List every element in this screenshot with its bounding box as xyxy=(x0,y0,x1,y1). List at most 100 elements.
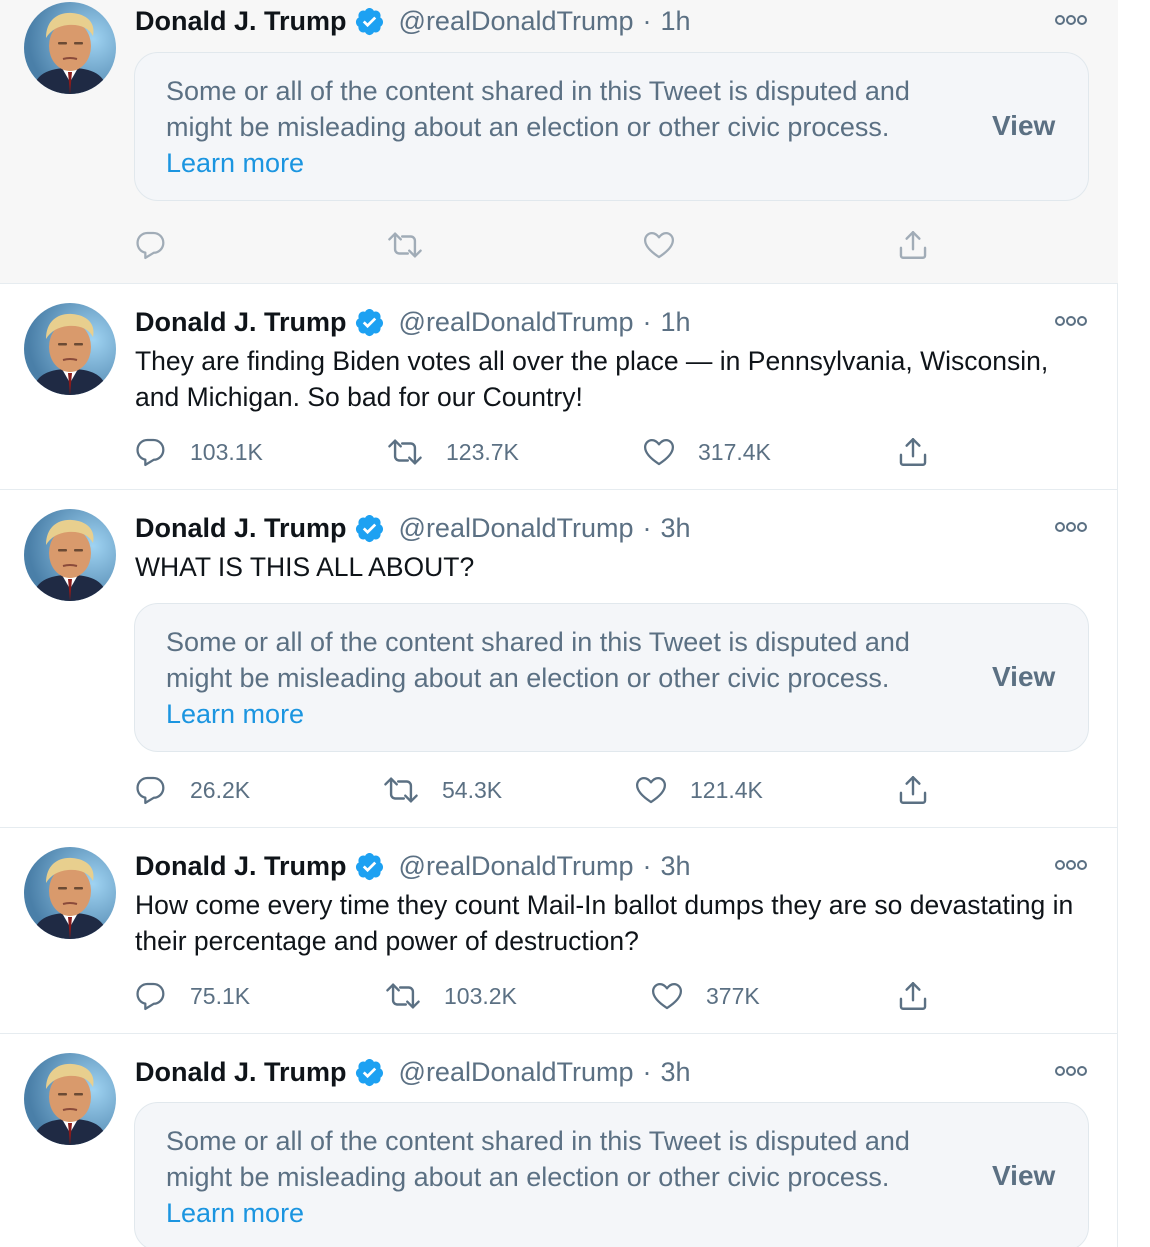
separator-dot: · xyxy=(642,5,652,36)
author-name[interactable]: Donald J. Trump xyxy=(135,1057,347,1088)
tweet-header: Donald J. Trump @realDonaldTrump · 1h xyxy=(135,304,691,340)
author-handle[interactable]: @realDonaldTrump xyxy=(399,851,634,882)
like-button[interactable]: 121.4K xyxy=(634,770,763,810)
verified-badge-icon xyxy=(354,1057,385,1088)
tweet-text: How come every time they count Mail-In b… xyxy=(135,890,1074,956)
retweet-count: 103.2K xyxy=(444,982,517,1009)
more-options-icon[interactable] xyxy=(1055,13,1087,27)
like-icon xyxy=(642,228,676,262)
more-options-icon[interactable] xyxy=(1055,1064,1087,1078)
tweet-header: Donald J. Trump @realDonaldTrump · 3h xyxy=(135,510,691,546)
like-button[interactable]: 377K xyxy=(650,976,760,1016)
share-icon xyxy=(896,979,930,1013)
disputed-notice: Some or all of the content shared in thi… xyxy=(134,1102,1089,1247)
tweet-header: Donald J. Trump @realDonaldTrump · 1h xyxy=(135,3,691,39)
retweet-icon xyxy=(386,228,424,262)
tweet[interactable]: Donald J. Trump @realDonaldTrump · 3h Ho… xyxy=(0,828,1118,1034)
retweet-button[interactable] xyxy=(386,225,424,265)
more-options-icon[interactable] xyxy=(1055,314,1087,328)
separator-dot: · xyxy=(642,1056,652,1087)
avatar[interactable] xyxy=(24,303,116,395)
reply-count: 26.2K xyxy=(190,776,251,803)
tweet-header: Donald J. Trump @realDonaldTrump · 3h xyxy=(135,848,691,884)
retweet-icon xyxy=(384,979,422,1013)
tweet-text: They are finding Biden votes all over th… xyxy=(135,346,1049,412)
more-options-icon[interactable] xyxy=(1055,520,1087,534)
author-name[interactable]: Donald J. Trump xyxy=(135,851,347,882)
author-handle[interactable]: @realDonaldTrump xyxy=(399,513,634,544)
reply-button[interactable] xyxy=(134,225,168,265)
share-button[interactable] xyxy=(896,770,930,810)
author-handle[interactable]: @realDonaldTrump xyxy=(399,1057,634,1088)
share-button[interactable] xyxy=(896,225,930,265)
verified-badge-icon xyxy=(354,6,385,37)
share-button[interactable] xyxy=(896,976,930,1016)
view-button[interactable]: View xyxy=(992,661,1055,693)
reply-button[interactable]: 26.2K xyxy=(134,770,250,810)
retweet-icon xyxy=(382,773,420,807)
share-button[interactable] xyxy=(896,432,930,472)
retweet-button[interactable]: 123.7K xyxy=(386,432,519,472)
reply-count: 75.1K xyxy=(190,982,251,1009)
like-icon xyxy=(642,435,676,469)
tweet-time[interactable]: 1h xyxy=(661,307,691,338)
share-icon xyxy=(896,435,930,469)
reply-icon xyxy=(134,228,168,262)
like-button[interactable]: 317.4K xyxy=(642,432,771,472)
learn-more-link[interactable]: Learn more xyxy=(166,1195,966,1231)
separator-dot: · xyxy=(642,512,652,543)
retweet-icon xyxy=(386,435,424,469)
notice-text: Some or all of the content shared in thi… xyxy=(166,627,910,693)
author-name[interactable]: Donald J. Trump xyxy=(135,513,347,544)
separator-dot: · xyxy=(642,306,652,337)
author-handle[interactable]: @realDonaldTrump xyxy=(399,307,634,338)
learn-more-link[interactable]: Learn more xyxy=(166,145,966,181)
verified-badge-icon xyxy=(354,851,385,882)
notice-text: Some or all of the content shared in thi… xyxy=(166,76,910,142)
avatar[interactable] xyxy=(24,509,116,601)
timeline-feed: Donald J. Trump @realDonaldTrump · 1h So… xyxy=(0,0,1118,1247)
tweet-header: Donald J. Trump @realDonaldTrump · 3h xyxy=(135,1054,691,1090)
view-button[interactable]: View xyxy=(992,1160,1055,1192)
retweet-button[interactable]: 103.2K xyxy=(384,976,517,1016)
learn-more-link[interactable]: Learn more xyxy=(166,696,966,732)
reply-icon xyxy=(134,773,168,807)
tweet[interactable]: Donald J. Trump @realDonaldTrump · 1h So… xyxy=(0,0,1118,284)
tweet-text: WHAT IS THIS ALL ABOUT? xyxy=(135,552,475,582)
avatar[interactable] xyxy=(24,1053,116,1145)
share-icon xyxy=(896,773,930,807)
separator-dot: · xyxy=(642,850,652,881)
notice-text: Some or all of the content shared in thi… xyxy=(166,1126,910,1192)
retweet-count: 54.3K xyxy=(442,776,503,803)
like-button[interactable] xyxy=(642,225,676,265)
author-name[interactable]: Donald J. Trump xyxy=(135,6,347,37)
verified-badge-icon xyxy=(354,513,385,544)
reply-icon xyxy=(134,979,168,1013)
avatar[interactable] xyxy=(24,847,116,939)
avatar[interactable] xyxy=(24,2,116,94)
share-icon xyxy=(896,228,930,262)
tweet-time[interactable]: 1h xyxy=(661,6,691,37)
tweet-time[interactable]: 3h xyxy=(661,851,691,882)
tweet-time[interactable]: 3h xyxy=(661,1057,691,1088)
like-icon xyxy=(650,979,684,1013)
author-name[interactable]: Donald J. Trump xyxy=(135,307,347,338)
view-button[interactable]: View xyxy=(992,110,1055,142)
disputed-notice: Some or all of the content shared in thi… xyxy=(134,52,1089,201)
tweet-time[interactable]: 3h xyxy=(661,513,691,544)
tweet[interactable]: Donald J. Trump @realDonaldTrump · 3h So… xyxy=(0,1034,1118,1247)
tweet[interactable]: Donald J. Trump @realDonaldTrump · 1h Th… xyxy=(0,284,1118,490)
tweet[interactable]: Donald J. Trump @realDonaldTrump · 3h WH… xyxy=(0,490,1118,828)
more-options-icon[interactable] xyxy=(1055,858,1087,872)
disputed-notice: Some or all of the content shared in thi… xyxy=(134,603,1089,752)
like-count: 317.4K xyxy=(698,438,771,465)
reply-count: 103.1K xyxy=(190,438,263,465)
like-icon xyxy=(634,773,668,807)
reply-button[interactable]: 75.1K xyxy=(134,976,250,1016)
retweet-button[interactable]: 54.3K xyxy=(382,770,502,810)
retweet-count: 123.7K xyxy=(446,438,519,465)
author-handle[interactable]: @realDonaldTrump xyxy=(399,6,634,37)
like-count: 377K xyxy=(706,982,760,1009)
reply-icon xyxy=(134,435,168,469)
reply-button[interactable]: 103.1K xyxy=(134,432,263,472)
